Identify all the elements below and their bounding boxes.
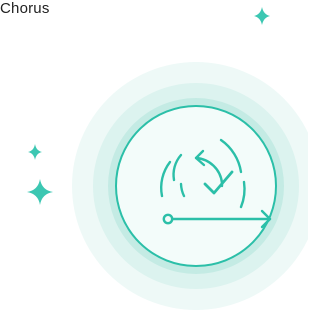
recurring-task-illustration xyxy=(27,7,308,310)
sparkle-large-left-icon xyxy=(27,179,53,205)
center-disc xyxy=(115,105,277,267)
sparkle-top-right-icon xyxy=(254,7,270,25)
sparkle-small-left-icon xyxy=(28,144,42,160)
